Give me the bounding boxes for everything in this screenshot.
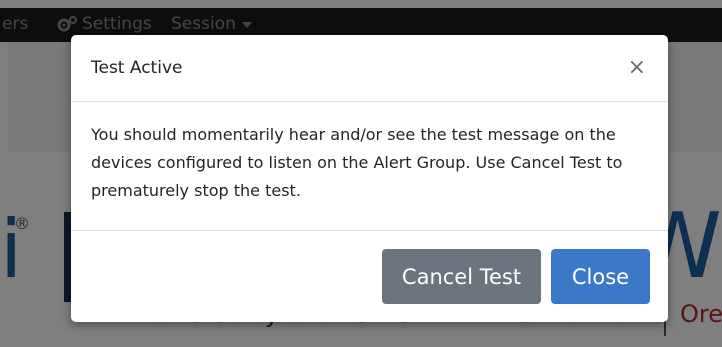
modal-header: Test Active × xyxy=(71,35,668,102)
screen: ers Settings Session i ® W Powered by Sh… xyxy=(0,0,722,347)
test-active-modal: Test Active × You should momentarily hea… xyxy=(71,35,668,322)
modal-body: You should momentarily hear and/or see t… xyxy=(91,125,623,200)
close-icon[interactable]: × xyxy=(628,57,646,79)
modal-footer: Cancel Test Close xyxy=(71,230,668,322)
close-button[interactable]: Close xyxy=(551,249,650,304)
cancel-test-button[interactable]: Cancel Test xyxy=(382,249,541,304)
modal-title: Test Active xyxy=(91,58,183,78)
